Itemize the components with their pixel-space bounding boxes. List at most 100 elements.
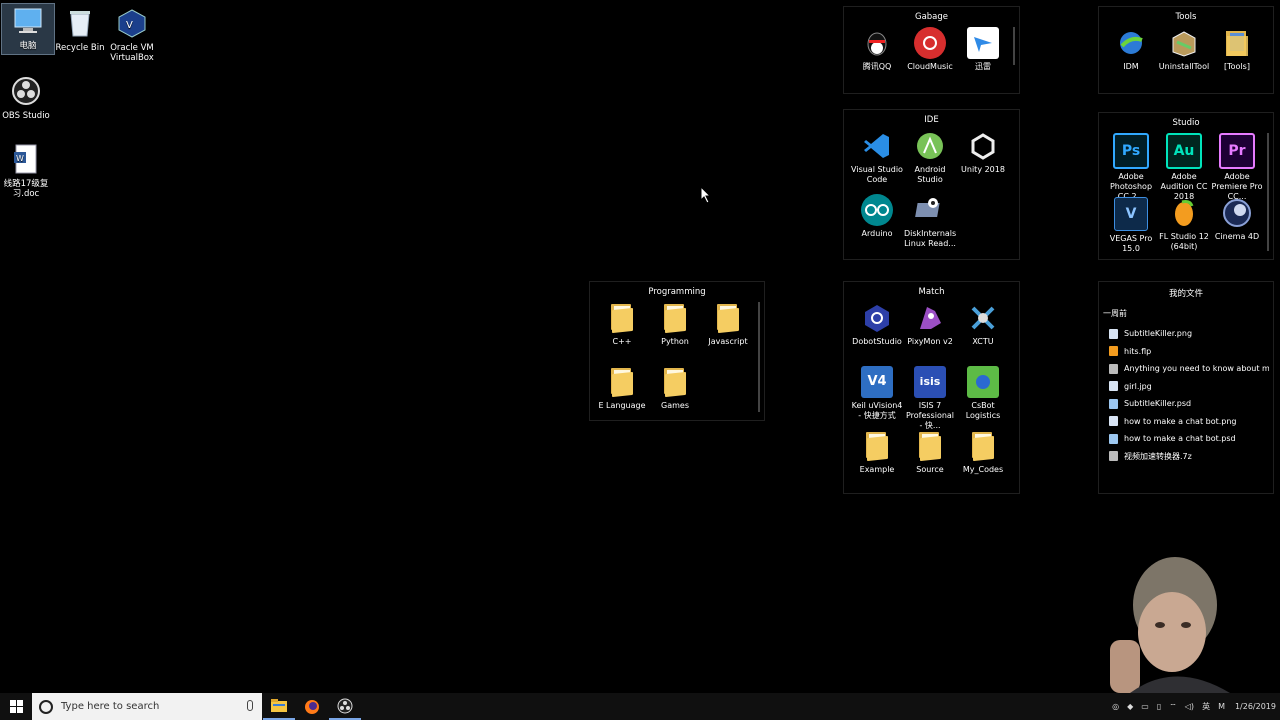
taskbar-file-explorer[interactable] [263,693,295,720]
tray-app-icon[interactable]: ◎ [1112,702,1119,711]
fence-item-isis[interactable]: isis ISIS 7 Professional - 快... [904,366,956,431]
arduino-icon [861,194,893,226]
fence-item-flstudio[interactable]: FL Studio 12 (64bit) [1158,197,1210,252]
obs-icon [337,698,353,713]
fence-scrollbar[interactable] [1013,27,1015,65]
taskbar-clock[interactable]: 1/26/2019 [1235,702,1276,712]
fence-item-tools-folder[interactable]: [Tools] [1211,27,1263,72]
fence-item-my-codes[interactable]: My_Codes [957,430,1009,475]
tray-wifi-icon[interactable]: ⌔ [1169,702,1177,712]
fence-item-vscode[interactable]: Visual Studio Code [851,130,903,185]
fence-item-arduino[interactable]: Arduino [851,194,903,239]
fence-item-label: Visual Studio Code [851,165,903,184]
folder-icon [606,366,638,398]
fence-item-python[interactable]: Python [649,302,701,347]
fence-ide[interactable]: IDE Visual Studio Code Android Studio Un… [843,109,1020,260]
desktop-icon-recycle-bin[interactable]: Recycle Bin [54,6,106,53]
fence-title: 我的文件 [1168,289,1203,299]
fence-item-premiere[interactable]: Pr Adobe Premiere Pro CC... [1211,133,1263,202]
fence-scrollbar[interactable] [1267,133,1269,251]
file-item[interactable]: SubtitleKiller.png [1103,325,1269,343]
word-doc-icon: W [9,142,43,176]
fence-item-source[interactable]: Source [904,430,956,475]
file-item[interactable]: SubtitleKiller.psd [1103,395,1269,413]
ime-language-indicator[interactable]: 英 [1202,701,1210,712]
fence-match[interactable]: Match DobotStudio PixyMon v2 XCTU V4 Kei… [843,281,1020,494]
file-item[interactable]: how to make a chat bot.png [1103,413,1269,431]
fence-item-label: Javascript [708,337,748,346]
fence-item-dobotstudio[interactable]: DobotStudio [851,302,903,347]
fence-item-diskinternals[interactable]: DiskInternals Linux Read... [904,194,956,249]
tray-volume-icon[interactable]: ◁) [1185,702,1194,711]
fence-item-label: 腾讯QQ [862,62,892,71]
file-group-header: 一周前 [1103,309,1127,318]
diskinternals-icon [914,194,946,226]
fence-gabage[interactable]: Gabage 腾讯QQ CloudMusic 迅雷 [843,6,1020,94]
qq-penguin-icon [861,27,893,59]
fence-item-keil[interactable]: V4 Keil uVision4 - 快捷方式 [851,366,903,421]
file-item[interactable]: hits.flp [1103,343,1269,361]
fence-item-label: Unity 2018 [961,165,1005,174]
virtualbox-icon: V [115,6,149,40]
fence-item-photoshop[interactable]: Ps Adobe Photoshop CC 2... [1105,133,1157,202]
fence-item-example[interactable]: Example [851,430,903,475]
fence-title: Programming [648,287,706,297]
fence-item-xctu[interactable]: XCTU [957,302,1009,347]
fence-item-e-language[interactable]: E Language [596,366,648,411]
desktop-icon-label: OBS Studio [2,111,50,121]
fence-studio[interactable]: Studio Ps Adobe Photoshop CC 2... Au Ado… [1098,112,1274,260]
desktop-icon-obs[interactable]: OBS Studio [0,74,52,121]
fence-item-label: VEGAS Pro 15.0 [1109,234,1153,253]
fence-item-uninstalltool[interactable]: UninstallTool [1158,27,1210,72]
fence-title: Studio [1172,118,1200,128]
fence-tools[interactable]: Tools IDM UninstallTool [Tools] [1098,6,1274,94]
cinema4d-icon [1221,197,1253,229]
fence-programming[interactable]: Programming C++ Python Javascript E Lang… [589,281,765,421]
file-list: 一周前 SubtitleKiller.png hits.flp Anything… [1103,306,1269,465]
file-item[interactable]: 视频加速转换器.7z [1103,448,1269,466]
dobot-icon [861,302,893,334]
fence-item-cpp[interactable]: C++ [596,302,648,347]
fence-item-javascript[interactable]: Javascript [702,302,754,347]
fence-item-label: DobotStudio [852,337,902,346]
ime-mode-indicator[interactable]: M [1218,702,1225,711]
fence-item-label: Games [661,401,689,410]
file-item[interactable]: Anything you need to know about m... [1103,360,1269,378]
fence-item-android-studio[interactable]: Android Studio [904,130,956,185]
fence-item-xunlei[interactable]: 迅雷 [957,27,1009,72]
fence-item-qq[interactable]: 腾讯QQ [851,27,903,72]
windows-logo-icon [9,700,23,713]
folder-icon [914,430,946,462]
fence-item-idm[interactable]: IDM [1105,27,1157,72]
svg-text:W: W [16,154,24,163]
fence-item-games[interactable]: Games [649,366,701,411]
taskbar-firefox[interactable] [296,693,328,720]
fence-item-cinema4d[interactable]: Cinema 4D [1211,197,1263,242]
image-file-icon [1109,381,1118,392]
fence-item-pixymon[interactable]: PixyMon v2 [904,302,956,347]
fence-scrollbar[interactable] [758,302,760,412]
desktop-icon-label: 电脑 [19,41,37,51]
microphone-icon[interactable] [247,700,253,711]
desktop-icon-virtualbox[interactable]: V Oracle VM VirtualBox [106,6,158,63]
taskbar-obs[interactable] [329,693,361,720]
tray-shield-icon[interactable]: ◆ [1127,702,1133,711]
fence-item-csbot[interactable]: CsBot Logistics [957,366,1009,421]
image-file-icon [1109,328,1118,339]
taskbar: Type here to search ◎ ◆ ▭ ▯ ⌔ ◁) 英 M 1/2… [0,693,1280,720]
tray-battery-icon[interactable]: ▯ [1157,702,1161,711]
fence-item-cloudmusic[interactable]: CloudMusic [904,27,956,72]
fence-item-label: Python [661,337,689,346]
folder-icon [606,302,638,334]
fence-item-unity[interactable]: Unity 2018 [957,130,1009,175]
fence-item-audition[interactable]: Au Adobe Audition CC 2018 [1158,133,1210,202]
fence-item-vegas[interactable]: V VEGAS Pro 15.0 [1105,197,1157,254]
file-item[interactable]: girl.jpg [1103,378,1269,396]
taskbar-search-box[interactable]: Type here to search [32,693,262,720]
fence-my-files[interactable]: 我的文件 一周前 SubtitleKiller.png hits.flp Any… [1098,281,1274,494]
desktop-icon-computer[interactable]: 电脑 [1,3,55,55]
desktop-icon-word-doc[interactable]: W 线路17级复习.doc [0,142,52,199]
start-button[interactable] [0,693,32,720]
file-item[interactable]: how to make a chat bot.psd [1103,430,1269,448]
tray-network-icon[interactable]: ▭ [1141,702,1149,711]
